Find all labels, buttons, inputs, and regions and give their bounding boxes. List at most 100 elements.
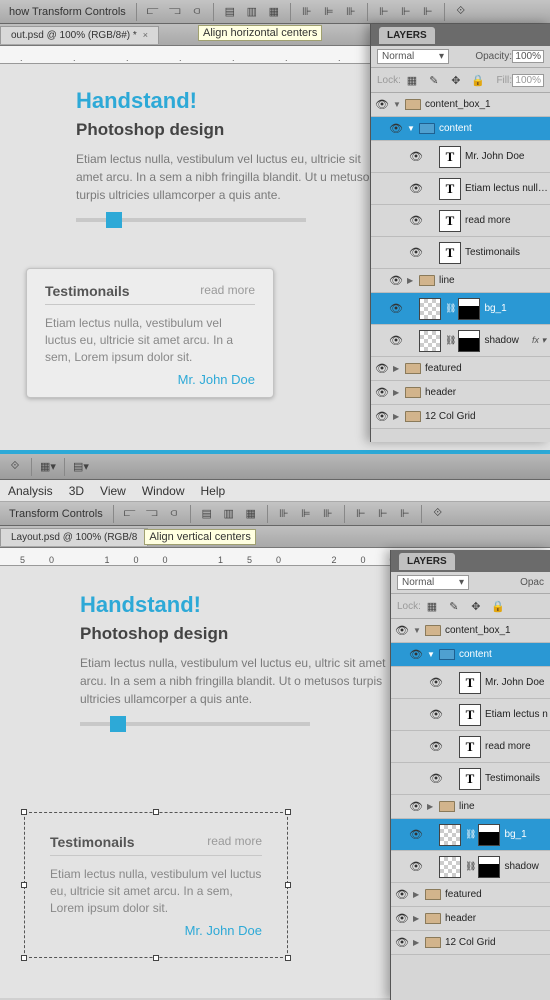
distribute-btn[interactable]: ⊩ [396, 505, 414, 523]
visibility-icon[interactable]: 👁 [391, 936, 413, 949]
align-btn[interactable]: ▥ [243, 3, 261, 21]
disclosure-icon[interactable]: ▶ [427, 802, 439, 811]
visibility-icon[interactable]: 👁 [405, 150, 427, 163]
visibility-icon[interactable]: 👁 [405, 246, 427, 259]
visibility-icon[interactable]: 👁 [371, 386, 393, 399]
layer-row[interactable]: 👁▶featured [371, 357, 550, 381]
layer-row[interactable]: 👁▶line [391, 795, 550, 819]
fx-icon[interactable]: fx ▾ [528, 335, 550, 346]
blend-mode-select[interactable]: Normal▾ [377, 49, 449, 64]
visibility-icon[interactable]: 👁 [405, 648, 427, 661]
layer-row[interactable]: 👁⛓shadowfx ▾ [371, 325, 550, 357]
layer-row[interactable]: 👁Tread more [371, 205, 550, 237]
distribute-btn[interactable]: ⊩ [374, 505, 392, 523]
menu-help[interactable]: Help [193, 484, 234, 498]
link-icon[interactable]: ⛓ [465, 861, 476, 872]
layer-row[interactable]: 👁⛓bg_1 [371, 293, 550, 325]
document-tab[interactable]: Layout.psd @ 100% (RGB/8 [0, 528, 148, 546]
distribute-btn[interactable]: ⊪ [342, 3, 360, 21]
slider-track[interactable] [80, 722, 310, 726]
visibility-icon[interactable]: 👁 [391, 912, 413, 925]
menu-analysis[interactable]: Analysis [0, 484, 61, 498]
lock-pixels-icon[interactable]: ✎ [445, 597, 463, 615]
distribute-btn[interactable]: ⊩ [375, 3, 393, 21]
visibility-icon[interactable]: 👁 [371, 410, 393, 423]
layer-row[interactable]: 👁⛓shadow [391, 851, 550, 883]
visibility-icon[interactable]: 👁 [425, 676, 447, 689]
disclosure-icon[interactable]: ▶ [393, 388, 405, 397]
arrange-btn[interactable]: ⟐ [429, 505, 447, 523]
distribute-btn[interactable]: ⊩ [419, 3, 437, 21]
align-btn[interactable]: ⫍ [144, 3, 162, 21]
visibility-icon[interactable]: 👁 [425, 772, 447, 785]
layer-row[interactable]: 👁TTestimonails [391, 763, 550, 795]
align-btn[interactable]: ⫏ [188, 3, 206, 21]
visibility-icon[interactable]: 👁 [385, 334, 407, 347]
link-icon[interactable]: ⛓ [465, 829, 476, 840]
read-more-link[interactable]: read more [200, 283, 255, 299]
layer-row[interactable]: 👁⛓bg_1 [391, 819, 550, 851]
layer-row[interactable]: 👁▶featured [391, 883, 550, 907]
lock-all-icon[interactable]: 🔒 [489, 597, 507, 615]
align-btn[interactable]: ▦ [242, 505, 260, 523]
layer-row[interactable]: 👁TMr. John Doe [371, 141, 550, 173]
align-btn[interactable]: ▤ [198, 505, 216, 523]
layer-row[interactable]: 👁Tread more [391, 731, 550, 763]
slider-knob[interactable] [110, 716, 126, 732]
document-tab[interactable]: out.psd @ 100% (RGB/8#) * × [0, 26, 159, 44]
align-btn[interactable]: ⫎ [143, 505, 161, 523]
layer-row[interactable]: 👁▼content_box_1 [391, 619, 550, 643]
visibility-icon[interactable]: 👁 [425, 740, 447, 753]
visibility-icon[interactable]: 👁 [405, 800, 427, 813]
opacity-field[interactable]: 100% [512, 50, 544, 63]
disclosure-icon[interactable]: ▶ [413, 914, 425, 923]
layer-row[interactable]: 👁TMr. John Doe [391, 667, 550, 699]
visibility-icon[interactable]: 👁 [405, 860, 427, 873]
screen-mode-icon[interactable]: ▦▾ [39, 458, 57, 476]
link-icon[interactable]: ⛓ [445, 303, 456, 314]
distribute-btn[interactable]: ⊫ [297, 505, 315, 523]
layer-row[interactable]: 👁TEtiam lectus n [391, 699, 550, 731]
layer-row[interactable]: 👁▶12 Col Grid [391, 931, 550, 955]
disclosure-icon[interactable]: ▼ [413, 626, 425, 635]
align-btn[interactable]: ⫎ [166, 3, 184, 21]
lock-transparency-icon[interactable]: ▦ [423, 597, 441, 615]
visibility-icon[interactable]: 👁 [405, 214, 427, 227]
layer-row[interactable]: 👁TEtiam lectus nulla, ves... [371, 173, 550, 205]
link-icon[interactable]: ⛓ [445, 335, 456, 346]
layer-row[interactable]: 👁▶header [391, 907, 550, 931]
layer-row[interactable]: 👁▶header [371, 381, 550, 405]
slider-knob[interactable] [106, 212, 122, 228]
lock-position-icon[interactable]: ✥ [467, 597, 485, 615]
distribute-btn[interactable]: ⊫ [320, 3, 338, 21]
visibility-icon[interactable]: 👁 [385, 122, 407, 135]
visibility-icon[interactable]: 👁 [391, 888, 413, 901]
menu-window[interactable]: Window [134, 484, 193, 498]
tool-preset-icon[interactable]: ⟐ [6, 458, 24, 476]
align-btn[interactable]: ▤ [221, 3, 239, 21]
layers-tab[interactable]: LAYERS [399, 553, 455, 570]
layer-row[interactable]: 👁▼content [391, 643, 550, 667]
visibility-icon[interactable]: 👁 [425, 708, 447, 721]
visibility-icon[interactable]: 👁 [405, 182, 427, 195]
fill-field[interactable]: 100% [512, 74, 544, 87]
disclosure-icon[interactable]: ▼ [393, 100, 405, 109]
layer-row[interactable]: 👁▶line [371, 269, 550, 293]
menu-view[interactable]: View [92, 484, 134, 498]
distribute-btn[interactable]: ⊪ [275, 505, 293, 523]
disclosure-icon[interactable]: ▶ [393, 412, 405, 421]
read-more-link[interactable]: read more [207, 834, 262, 850]
lock-all-icon[interactable]: 🔒 [469, 71, 487, 89]
distribute-btn[interactable]: ⊪ [319, 505, 337, 523]
disclosure-icon[interactable]: ▼ [407, 124, 419, 133]
workspace-icon[interactable]: ▤▾ [72, 458, 90, 476]
disclosure-icon[interactable]: ▶ [407, 276, 419, 285]
disclosure-icon[interactable]: ▼ [427, 650, 439, 659]
blend-mode-select[interactable]: Normal▾ [397, 575, 469, 590]
disclosure-icon[interactable]: ▶ [413, 890, 425, 899]
align-btn[interactable]: ⫍ [121, 505, 139, 523]
layers-tab[interactable]: LAYERS [379, 27, 435, 44]
visibility-icon[interactable]: 👁 [405, 828, 427, 841]
layer-row[interactable]: 👁▶12 Col Grid [371, 405, 550, 429]
distribute-btn[interactable]: ⊩ [397, 3, 415, 21]
